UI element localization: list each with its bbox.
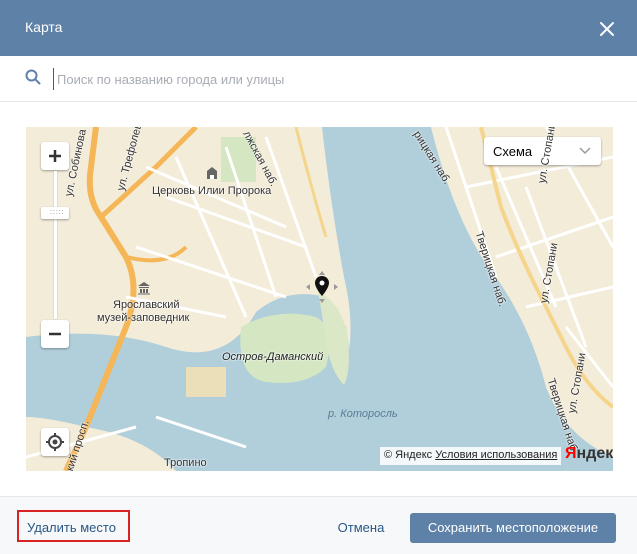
search-bar [0, 56, 637, 102]
chevron-down-icon [579, 147, 591, 155]
poi-label-museum-line1: Ярославский [113, 299, 180, 311]
copyright-text: © Яндекс [384, 449, 433, 461]
search-input[interactable] [53, 68, 613, 90]
zoom-slider-thumb[interactable]: ::::: [41, 207, 69, 219]
search-icon [25, 69, 41, 85]
map-copyright: © Яндекс Условия использования [380, 447, 562, 465]
crosshair-icon [46, 433, 64, 451]
map-view[interactable]: ::::: Схема ул. Трефолева ул. Собинова л… [26, 127, 613, 471]
minus-icon [49, 332, 61, 336]
zoom-out-button[interactable] [41, 320, 69, 348]
cancel-button[interactable]: Отмена [330, 513, 392, 543]
terms-link[interactable]: Условия использования [435, 449, 557, 461]
zoom-slider-track[interactable] [54, 171, 57, 319]
plus-icon [49, 150, 61, 162]
dialog-header: Карта [0, 0, 637, 56]
map-type-label: Схема [493, 144, 533, 159]
museum-icon [138, 282, 150, 295]
zoom-in-button[interactable] [41, 142, 69, 170]
close-icon[interactable] [596, 18, 618, 40]
dialog-title: Карта [25, 19, 63, 35]
poi-label-church: Церковь Илии Пророка [152, 185, 272, 197]
delete-place-button[interactable]: Удалить место [17, 510, 130, 542]
save-location-button[interactable]: Сохранить местоположение [410, 513, 616, 543]
yandex-logo: Яндекс [565, 445, 613, 462]
poi-label-museum-line2: музей-заповедник [97, 312, 190, 324]
island-label: Остров-Даманский [222, 351, 324, 363]
district-label: Тропино [164, 457, 207, 469]
geolocation-button[interactable] [41, 428, 69, 456]
river-label: р. Которосль [328, 408, 398, 420]
dialog-footer: Удалить место Отмена Сохранить местополо… [0, 496, 637, 554]
church-icon [207, 167, 217, 179]
location-pin-icon[interactable] [304, 269, 340, 305]
